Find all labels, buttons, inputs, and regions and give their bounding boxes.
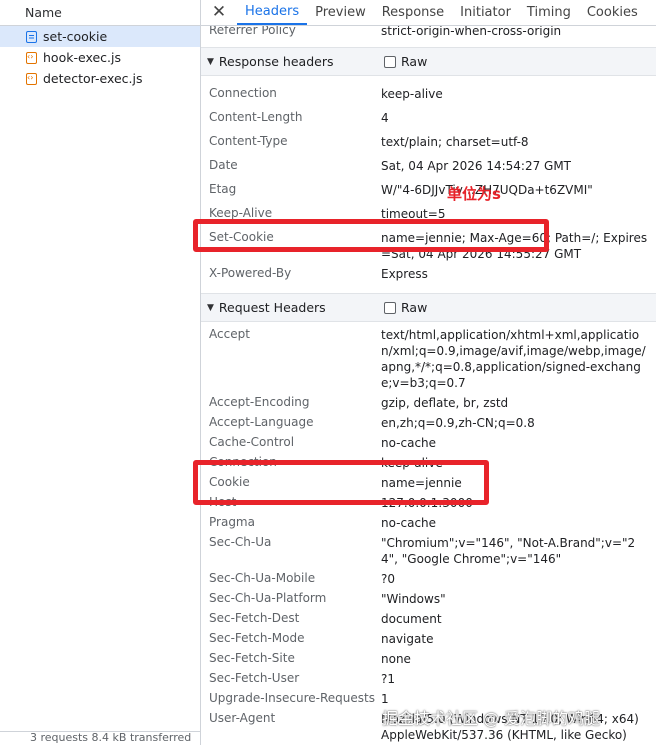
tab-cookies[interactable]: Cookies <box>579 0 646 25</box>
tab-headers[interactable]: Headers <box>237 0 308 25</box>
script-icon <box>26 51 37 64</box>
request-name: set-cookie <box>43 29 108 44</box>
header-name: Accept-Language <box>209 415 314 429</box>
raw-label: Raw <box>401 300 428 315</box>
watermark: 掘金技术社区 @ 爱泡脚的鸡腿 <box>382 709 601 728</box>
details-tab-bar: ✕ Headers Preview Response Initiator Tim… <box>201 0 656 26</box>
expand-triangle-icon[interactable]: ▼ <box>207 57 214 67</box>
header-name: Keep-Alive <box>209 206 273 220</box>
request-headers-section[interactable]: ▼ Request Headers Raw <box>201 293 656 322</box>
header-value: Express <box>381 267 428 281</box>
header-value: text/plain; charset=utf-8 <box>381 135 529 149</box>
header-value: ?1 <box>381 672 396 686</box>
header-name: Sec-Ch-Ua-Mobile <box>209 571 316 585</box>
request-name: detector-exec.js <box>43 71 143 86</box>
header-value: en,zh;q=0.9,zh-CN;q=0.8 <box>381 416 535 430</box>
header-name: Content-Type <box>209 134 288 148</box>
header-value: none <box>381 652 411 666</box>
raw-toggle[interactable]: Raw <box>384 54 427 69</box>
header-value: navigate <box>381 632 434 646</box>
raw-checkbox[interactable] <box>384 301 396 314</box>
header-name: Date <box>209 158 238 172</box>
header-value: text/html,application/xhtml+xml,applicat… <box>381 328 646 390</box>
request-row-set-cookie[interactable]: set-cookie <box>0 26 200 47</box>
header-name: Accept-Encoding <box>209 395 310 409</box>
header-value: ?0 <box>381 572 396 586</box>
close-icon[interactable]: ✕ <box>201 0 237 25</box>
request-list-panel: Name set-cookie hook-exec.js detector-ex… <box>0 0 201 745</box>
expand-triangle-icon[interactable]: ▼ <box>207 303 214 313</box>
raw-checkbox[interactable] <box>384 55 396 68</box>
name-column-header[interactable]: Name <box>0 0 200 26</box>
header-name: Sec-Fetch-Site <box>209 651 295 665</box>
annotation-unit-label: 单位为s <box>447 185 501 203</box>
header-name: Sec-Fetch-Mode <box>209 631 305 645</box>
raw-label: Raw <box>401 54 428 69</box>
document-icon <box>26 30 37 43</box>
status-footer: 3 requests 8.4 kB transferred <box>0 731 200 745</box>
tab-timing[interactable]: Timing <box>519 0 579 25</box>
header-value: keep-alive <box>381 87 443 101</box>
header-name: Sec-Fetch-User <box>209 671 300 685</box>
header-name: Connection <box>209 86 277 100</box>
header-name: Sec-Ch-Ua <box>209 535 272 549</box>
tab-response[interactable]: Response <box>374 0 452 25</box>
header-value: 4 <box>381 111 389 125</box>
header-name: Etag <box>209 182 237 196</box>
header-name: Sec-Fetch-Dest <box>209 611 300 625</box>
request-row-hook-exec[interactable]: hook-exec.js <box>0 47 200 68</box>
tab-initiator[interactable]: Initiator <box>452 0 519 25</box>
header-value: "Windows" <box>381 592 446 606</box>
request-details-panel: ✕ Headers Preview Response Initiator Tim… <box>201 0 656 745</box>
request-row-detector-exec[interactable]: detector-exec.js <box>0 68 200 89</box>
header-value: Sat, 04 Apr 2026 14:54:27 GMT <box>381 159 572 173</box>
response-headers-section[interactable]: ▼ Response headers Raw <box>201 47 656 76</box>
request-name: hook-exec.js <box>43 50 121 65</box>
section-title: Response headers <box>218 54 334 69</box>
section-title: Request Headers <box>218 300 326 315</box>
header-value: "Chromium";v="146", "Not-A.Brand";v="24"… <box>381 536 636 566</box>
header-name: Cache-Control <box>209 435 295 449</box>
header-value: gzip, deflate, br, zstd <box>381 396 509 410</box>
header-name: Pragma <box>209 515 255 529</box>
header-name: Content-Length <box>209 110 303 124</box>
highlight-box-set-cookie <box>193 219 549 252</box>
header-value: document <box>381 612 442 626</box>
header-value: no-cache <box>381 436 437 450</box>
header-value: no-cache <box>381 516 437 530</box>
raw-toggle[interactable]: Raw <box>384 300 427 315</box>
header-name: Upgrade-Insecure-Requests <box>209 691 375 705</box>
header-value: W/"4-6DJJvTiv…ZH7UQDa+t6ZVMI" <box>381 183 593 197</box>
script-icon <box>26 72 37 85</box>
highlight-box-cookie <box>193 460 489 505</box>
tab-preview[interactable]: Preview <box>307 0 374 25</box>
header-name: Sec-Ch-Ua-Platform <box>209 591 327 605</box>
header-name: X-Powered-By <box>209 266 292 280</box>
header-name: User-Agent <box>209 711 276 725</box>
header-name: Accept <box>209 327 250 341</box>
